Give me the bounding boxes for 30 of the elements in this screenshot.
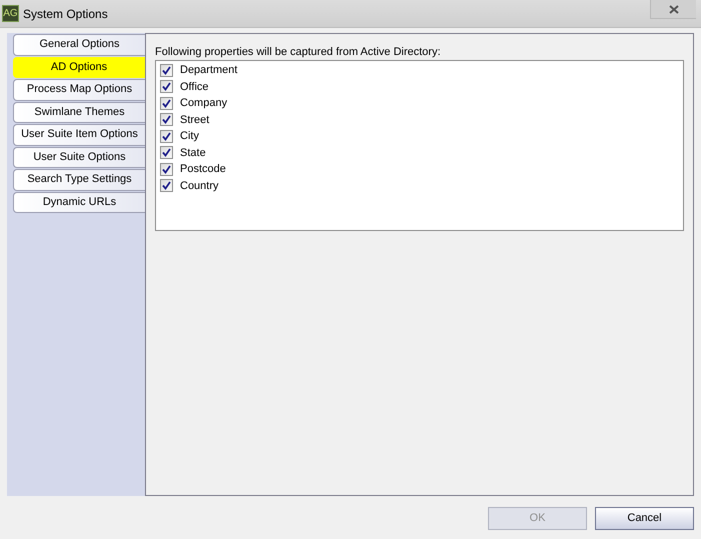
tab[interactable]: AD Options [13,56,145,78]
tab[interactable]: Search Type Settings [13,169,145,190]
checkbox[interactable] [160,64,173,77]
property-label: State [180,146,206,160]
checkbox[interactable] [160,162,173,176]
tab[interactable]: Process Map Options [13,79,145,100]
tab[interactable]: User Suite Item Options [13,124,145,146]
property-label: Street [180,112,210,128]
checkbox[interactable] [160,146,173,160]
property-label: City [180,129,199,144]
property-label: Office [180,80,209,94]
checkbox[interactable] [160,130,173,143]
close-icon [668,4,678,14]
tab[interactable]: Swimlane Themes [13,102,145,123]
tab[interactable]: General Options [13,34,145,56]
tab[interactable]: User Suite Options [13,146,145,168]
app-logo-icon: AG [2,5,19,22]
checkbox[interactable] [160,113,173,126]
tab[interactable]: Dynamic URLs [13,192,145,213]
checkbox[interactable] [160,96,173,110]
close-button[interactable] [650,0,696,19]
window-title: System Options [23,6,108,22]
property-label: Company [180,96,228,111]
checkbox[interactable] [160,179,173,192]
dialog-button[interactable]: Cancel [595,507,694,530]
property-label: Postcode [180,162,226,177]
property-label: Country [180,178,219,194]
property-label: Department [180,63,238,78]
checkbox[interactable] [160,80,173,94]
caption-text: Following properties will be captured from Active Directory: [155,45,442,60]
